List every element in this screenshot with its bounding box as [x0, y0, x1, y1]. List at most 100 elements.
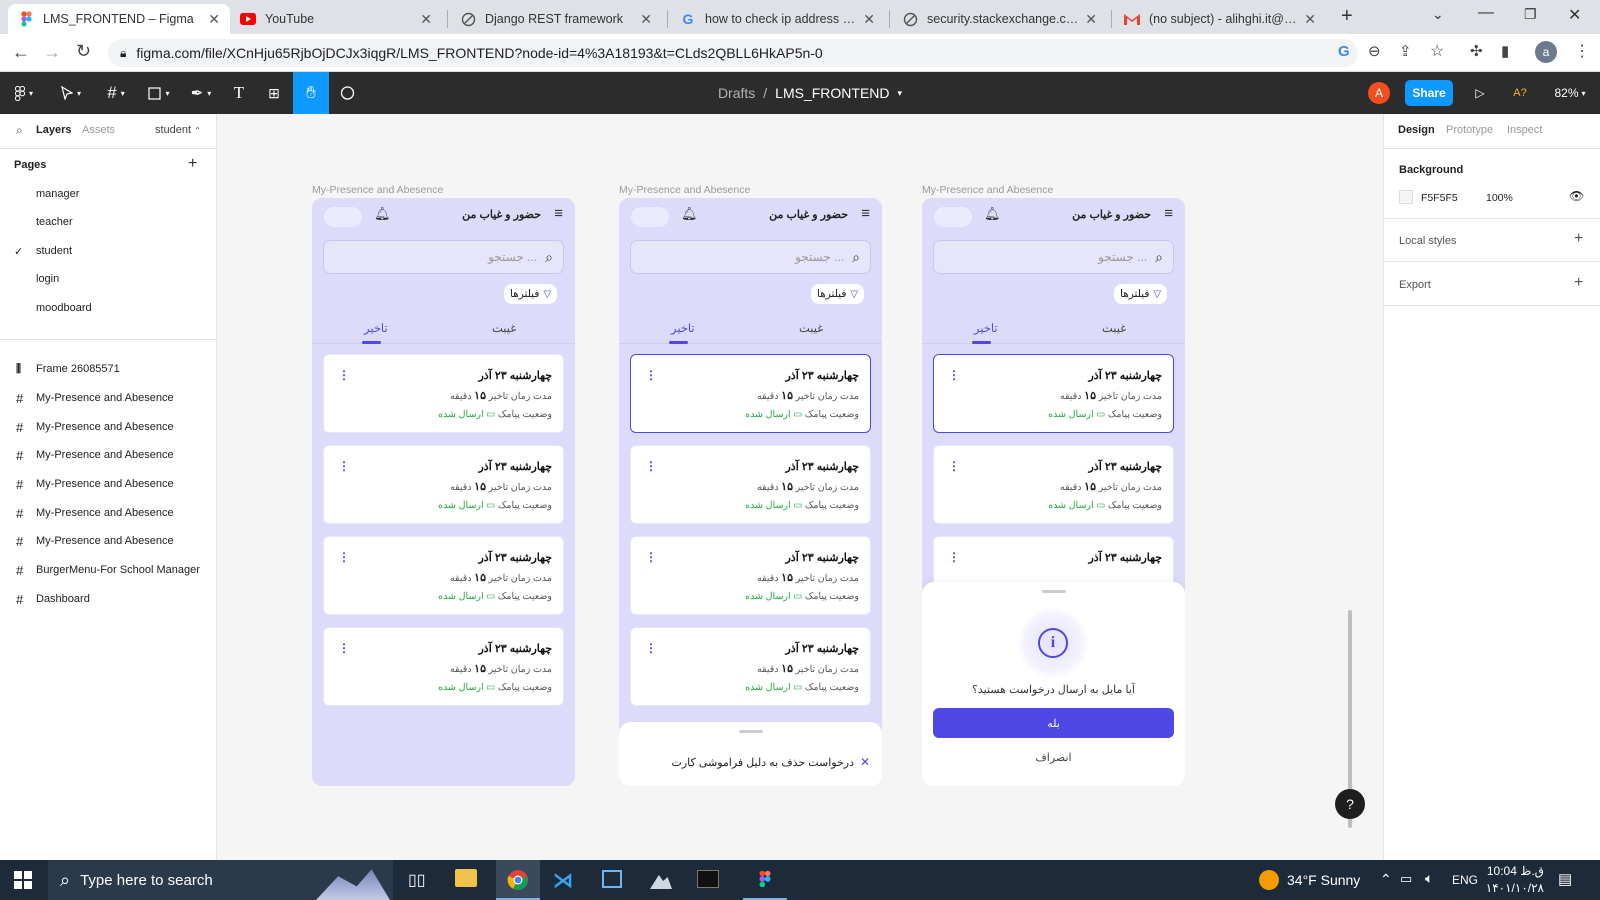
figma-main-menu-icon[interactable]: ▾ [8, 72, 40, 114]
breadcrumb-drafts[interactable]: Drafts [718, 85, 755, 101]
bell-icon[interactable]: 🔔︎ [681, 206, 698, 222]
design-canvas[interactable]: My-Presence and Abesence 🔔︎ حضور و غیاب … [217, 114, 1383, 860]
new-tab-icon[interactable]: + [1341, 5, 1353, 28]
present-icon[interactable]: ▷ [1470, 72, 1490, 114]
tab-delay[interactable]: تاخیر [364, 321, 388, 335]
delay-card[interactable]: ⋮ چهارشنبه ۲۳ آذر مدت زمان تاخیر ۱۵ دقیق… [630, 445, 871, 524]
filter-button[interactable]: فیلترها ▽ [504, 284, 558, 304]
hamburger-menu-icon[interactable]: ≡ [861, 205, 870, 222]
more-options-icon[interactable]: ⋮ [645, 642, 657, 654]
tab-absence[interactable]: غیبت [1102, 321, 1126, 335]
close-window-icon[interactable]: ✕ [1568, 5, 1581, 25]
zoom-level[interactable]: 82% ▾ [1550, 72, 1590, 114]
browser-tab-gmail[interactable]: (no subject) - alihghi.it@gma ✕ [1114, 4, 1326, 34]
more-options-icon[interactable]: ⋮ [948, 460, 960, 472]
chrome-taskbar-button[interactable] [496, 860, 540, 900]
sheet-handle[interactable] [1042, 590, 1066, 593]
help-button[interactable]: ? [1335, 789, 1365, 819]
bell-icon[interactable]: 🔔︎ [984, 206, 1001, 222]
move-tool-icon[interactable]: ▾ [55, 72, 87, 114]
filter-button[interactable]: فیلترها ▽ [1114, 284, 1168, 304]
layer-item[interactable]: # My-Presence and Abesence [0, 384, 216, 412]
side-panel-icon[interactable]: ▮ [1501, 42, 1509, 60]
layer-item[interactable]: # My-Presence and Abesence [0, 527, 216, 555]
tab-search-icon[interactable]: ⌄ [1432, 6, 1444, 23]
more-options-icon[interactable]: ⋮ [645, 369, 657, 381]
more-options-icon[interactable]: ⋮ [338, 551, 350, 563]
search-input[interactable]: جستجو ... ⌕ [323, 240, 564, 274]
tab-inspect[interactable]: Inspect [1507, 124, 1542, 136]
tab-delay[interactable]: تاخیر [671, 321, 695, 335]
delay-card[interactable]: ⋮ چهارشنبه ۲۳ آذر مدت زمان تاخیر ۱۵ دقیق… [630, 627, 871, 706]
back-icon[interactable]: ← [12, 42, 30, 63]
tab-layers[interactable]: Layers [36, 124, 71, 136]
layer-item[interactable]: # My-Presence and Abesence [0, 441, 216, 469]
clock-time[interactable]: 10:04 ق.ظ [1484, 864, 1544, 878]
phone-frame-2[interactable]: 🔔︎ حضور و غیاب من ≡ جستجو ... ⌕ فیلترها ▽… [619, 198, 882, 786]
close-tab-icon[interactable]: ✕ [640, 11, 652, 28]
close-icon[interactable]: ✕ [860, 755, 870, 769]
more-options-icon[interactable]: ⋮ [645, 460, 657, 472]
search-layers-icon[interactable]: ⌕ [16, 123, 23, 138]
delay-card-selected[interactable]: ⋮ چهارشنبه ۲۳ آذر مدت زمان تاخیر ۱۵ دقیق… [933, 354, 1174, 433]
frame-label[interactable]: My-Presence and Abesence [922, 184, 1053, 196]
page-item-login[interactable]: login [0, 265, 216, 293]
share-button[interactable]: Share [1405, 80, 1453, 106]
browser-tab-django[interactable]: Django REST framework ✕ [450, 4, 662, 34]
profile-avatar[interactable]: a [1535, 41, 1557, 63]
close-tab-icon[interactable]: ✕ [420, 11, 432, 28]
visibility-eye-icon[interactable]: 👁︎ [1569, 189, 1584, 203]
layer-item[interactable]: # Dashboard [0, 585, 216, 613]
more-options-icon[interactable]: ⋮ [338, 369, 350, 381]
confirm-yes-button[interactable]: بله [933, 708, 1174, 738]
tab-assets[interactable]: Assets [82, 124, 115, 136]
forward-icon[interactable]: → [43, 42, 61, 63]
close-tab-icon[interactable]: ✕ [863, 11, 875, 28]
share-page-icon[interactable]: ⇪ [1399, 42, 1412, 60]
figma-taskbar-button[interactable] [743, 860, 787, 900]
network-icon[interactable]: ▭ [1400, 871, 1412, 887]
pen-tool-icon[interactable]: ✒︎ ▾ [185, 72, 217, 114]
language-indicator[interactable]: ENG [1452, 873, 1478, 887]
page-item-student[interactable]: ✓ student [0, 237, 216, 265]
windows-start-icon[interactable] [14, 871, 32, 889]
sheet-handle[interactable] [739, 730, 763, 733]
bell-icon[interactable]: 🔔︎ [374, 206, 391, 222]
more-options-icon[interactable]: ⋮ [338, 460, 350, 472]
page-item-teacher[interactable]: teacher [0, 208, 216, 236]
browser-tab-stackexchange[interactable]: security.stackexchange.com ✕ [892, 4, 1107, 34]
layer-item[interactable]: ⫼ Frame 26085571 [0, 355, 216, 383]
hand-tool-icon[interactable]: ✋︎ [293, 72, 329, 114]
delete-request-option[interactable]: درخواست حذف به دلیل فراموشی کارت [672, 756, 854, 769]
delay-card[interactable]: ⋮ چهارشنبه ۲۳ آذر مدت زمان تاخیر ۱۵ دقیق… [630, 536, 871, 615]
tab-absence[interactable]: غیبت [799, 321, 823, 335]
layer-item[interactable]: # My-Presence and Abesence [0, 470, 216, 498]
chevron-up-icon[interactable]: ⌃ [1380, 871, 1392, 888]
extensions-icon[interactable]: ✣ [1470, 42, 1483, 60]
url-bar[interactable]: 🔒︎ figma.com/file/XCnHju65RjbOjDCJx3iqgR… [108, 39, 1358, 67]
vscode-icon[interactable]: ⋊ [553, 868, 573, 893]
google-lens-icon[interactable]: G [1338, 43, 1350, 60]
frame-label[interactable]: My-Presence and Abesence [312, 184, 443, 196]
text-tool-icon[interactable]: T [228, 72, 250, 114]
tab-delay[interactable]: تاخیر [974, 321, 998, 335]
browser-tab-google[interactable]: G how to check ip address of w ✕ [670, 4, 885, 34]
filter-button[interactable]: فیلترها ▽ [811, 284, 865, 304]
add-style-icon[interactable]: + [1574, 230, 1583, 248]
clock-date[interactable]: ۱۴۰۱/۱۰/۲۸ [1484, 881, 1544, 895]
restore-icon[interactable]: ❐ [1524, 6, 1537, 23]
user-avatar[interactable]: A [1368, 82, 1390, 104]
terminal-icon[interactable] [697, 870, 719, 888]
window-app-icon[interactable] [602, 870, 622, 888]
bookmark-star-icon[interactable]: ☆ [1430, 41, 1444, 61]
bg-hex-input[interactable]: F5F5F5 [1421, 192, 1458, 204]
close-tab-icon[interactable]: ✕ [1085, 11, 1097, 28]
delay-card-selected[interactable]: ⋮ چهارشنبه ۲۳ آذر مدت زمان تاخیر ۱۵ دقیق… [630, 354, 871, 433]
task-view-icon[interactable]: ▯▯ [408, 870, 426, 890]
more-options-icon[interactable]: ⋮ [948, 551, 960, 563]
close-tab-icon[interactable]: ✕ [208, 11, 220, 28]
phone-frame-3[interactable]: 🔔︎ حضور و غیاب من ≡ جستجو ... ⌕ فیلترها ▽… [922, 198, 1185, 786]
search-input[interactable]: جستجو ... ⌕ [630, 240, 871, 274]
page-item-manager[interactable]: manager [0, 180, 216, 208]
layer-item[interactable]: # My-Presence and Abesence [0, 413, 216, 441]
